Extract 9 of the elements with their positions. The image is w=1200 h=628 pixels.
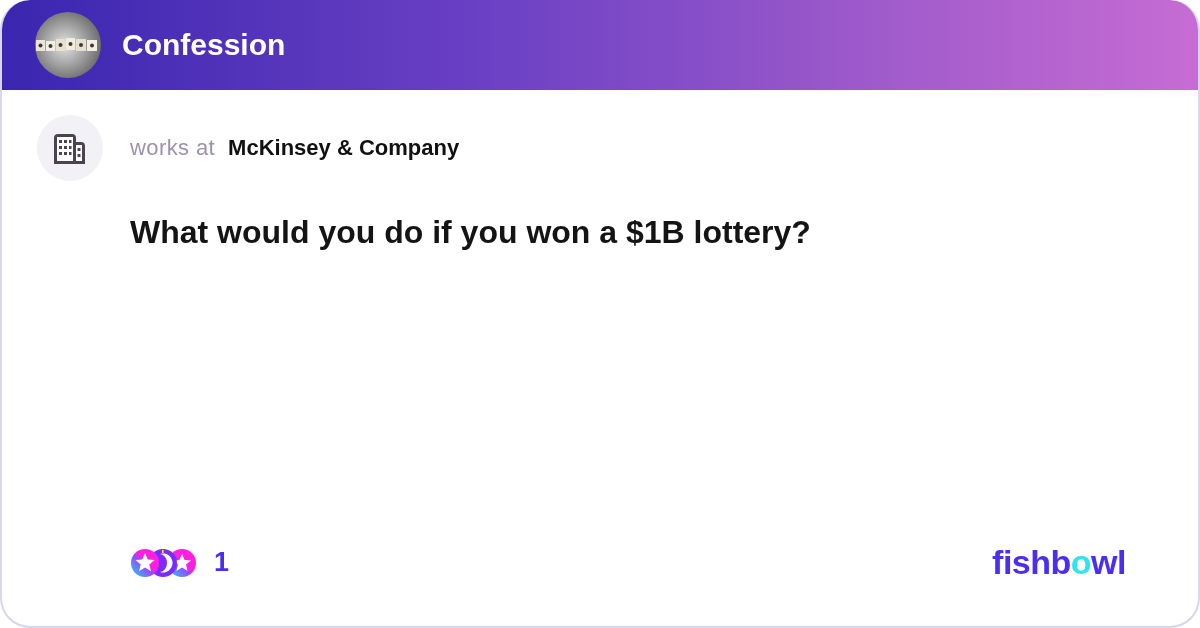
works-at-label: works at — [130, 135, 216, 161]
avatar-image — [35, 12, 101, 78]
header-title: Confession — [122, 28, 286, 62]
reaction-count: 1 — [214, 547, 230, 578]
building-icon — [37, 115, 103, 181]
post-question: What would you do if you won a $1B lottery? — [130, 214, 811, 251]
fishbowl-logo: fishbowl — [992, 543, 1126, 582]
reaction-emoji-icon — [130, 547, 198, 578]
company-name: McKinsey & Company — [228, 135, 460, 161]
